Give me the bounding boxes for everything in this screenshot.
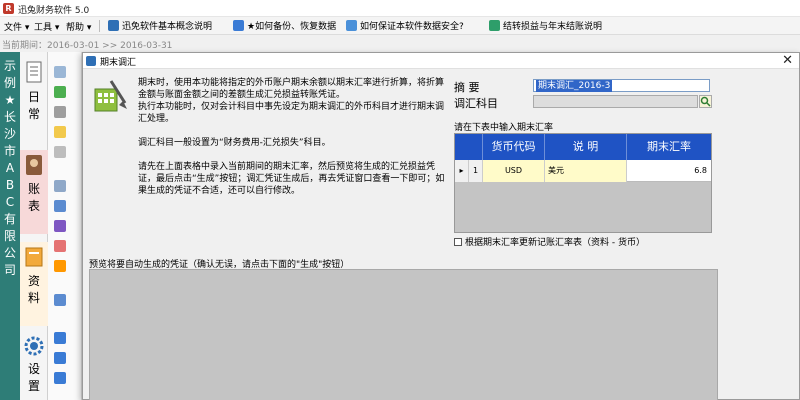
- nav-label-reports: 账表: [27, 182, 40, 213]
- company-name-char: 沙: [3, 127, 16, 141]
- update-rate-checkbox[interactable]: 根据期末汇率更新记账汇率表（资料 - 货币）: [454, 235, 645, 248]
- year-end-icon[interactable]: [54, 352, 66, 364]
- update-rate-checkbox-label: 根据期末汇率更新记账汇率表（资料 - 货币）: [465, 238, 645, 248]
- instruction-paragraph: 请先在上面表格中录入当前期间的期末汇率，然后预览将生成的汇兑损益凭证，最后点击“…: [138, 162, 445, 196]
- app-titlebar: R 迅兔财务软件 5.0: [0, 0, 800, 17]
- summary-input[interactable]: 期末调汇_2016-3: [533, 79, 710, 92]
- summary-label: 摘 要: [454, 81, 480, 94]
- person-book-icon: [26, 155, 42, 175]
- dialog-titlebar: 期末调汇 ✕: [83, 53, 799, 69]
- company-name-char: B: [5, 178, 15, 192]
- folder-icon: [25, 247, 43, 267]
- period-range: 当前期间：2016-03-01 >> 2016-03-31: [2, 41, 173, 51]
- company-name-char: ★: [4, 93, 16, 107]
- document-icon: [26, 61, 42, 83]
- instruction-paragraph: 调汇科目一般设置为“财务费用-汇兑损失”科目。: [138, 138, 331, 148]
- grid-header-closing-rate[interactable]: 期末汇率: [627, 134, 711, 160]
- company-name-char: 公: [3, 246, 16, 260]
- exchange-rate-grid: 货币代码 说 明 期末汇率 ▸ 1 USD 美元 6.8: [454, 133, 712, 233]
- company-name-char: 司: [3, 263, 16, 277]
- grid-header-currency-code[interactable]: 货币代码: [483, 134, 545, 160]
- company-name-char: 限: [3, 229, 16, 243]
- query-icon[interactable]: [54, 106, 66, 118]
- ledger-icon: [489, 20, 500, 31]
- checkbox[interactable]: [454, 238, 462, 246]
- nav-item-settings[interactable]: 设置: [20, 334, 48, 395]
- nav-label-daily: 日常: [27, 90, 40, 121]
- adjust-account-input[interactable]: [533, 95, 698, 108]
- company-name-char: 示: [3, 59, 16, 73]
- info-icon: [108, 20, 119, 31]
- nav-item-reports[interactable]: 账表: [20, 150, 48, 234]
- transfer-icon[interactable]: [54, 200, 66, 212]
- quick-link-concepts[interactable]: 迅免软件基本概念说明: [108, 19, 212, 33]
- close-period-icon[interactable]: [54, 332, 66, 344]
- function-strip: [48, 52, 82, 400]
- cell-currency-code[interactable]: USD: [483, 160, 545, 182]
- adjust-account-label: 调汇科目: [454, 97, 498, 110]
- quick-link-backup[interactable]: ★如何备份、恢复数据: [233, 19, 336, 33]
- app-title: 迅兔财务软件 5.0: [18, 6, 90, 16]
- nav-item-daily[interactable]: 日常: [20, 60, 48, 123]
- search-icon: [700, 96, 711, 107]
- report-icon[interactable]: [54, 220, 66, 232]
- menu-help[interactable]: 帮助 ▾: [66, 20, 91, 33]
- grid-header: 货币代码 说 明 期末汇率: [455, 134, 711, 160]
- company-name-char: 市: [3, 144, 16, 158]
- delete-icon[interactable]: [54, 240, 66, 252]
- nav-label-data: 资料: [27, 274, 40, 305]
- archive-icon[interactable]: [54, 372, 66, 384]
- company-name-char: 例: [3, 76, 16, 90]
- instruction-paragraph: 期末时，使用本功能将指定的外币账户期末余额以期末汇率进行折算，将折算金额与账面金…: [138, 78, 445, 100]
- nav-item-data[interactable]: 资料: [20, 242, 48, 326]
- grid-header-corner: [455, 134, 483, 160]
- row-indicator: ▸: [455, 160, 469, 182]
- rate-prompt: 请在下表中输入期末汇率: [454, 123, 554, 133]
- dialog-app-icon: [86, 56, 96, 66]
- menubar: 文件 ▾ 工具 ▾ 帮助 ▾ 迅免软件基本概念说明 ★如何备份、恢复数据 如何保…: [0, 17, 800, 35]
- check-icon[interactable]: [54, 86, 66, 98]
- dialog-title: 期末调汇: [100, 58, 137, 68]
- menu-tools[interactable]: 工具 ▾: [34, 20, 59, 33]
- quick-link-closing[interactable]: 结转损益与年末结账说明: [489, 19, 602, 33]
- company-panel: 示例 ★ 长沙市 A B C 有限公司: [0, 52, 20, 400]
- close-icon[interactable]: ✕: [782, 53, 793, 68]
- summary-input-value: 期末调汇_2016-3: [536, 80, 613, 92]
- period-end-fx-dialog: 期末调汇 ✕ 期末时，使用本功能将指定的外币账户期末余额以期末汇率进行折算，将折…: [82, 52, 800, 400]
- company-name-char: C: [5, 195, 15, 209]
- grid-header-description[interactable]: 说 明: [545, 134, 627, 160]
- ledger-book-icon[interactable]: [54, 126, 66, 138]
- backup-icon: [233, 20, 244, 31]
- print-icon[interactable]: [54, 146, 66, 158]
- instruction-paragraph: 执行本功能时，仅对会计科目中事先设定为期末调汇的外币科目才进行期末调汇处理。: [138, 102, 445, 124]
- company-name: 示例 ★ 长沙市 A B C 有限公司: [0, 58, 20, 279]
- menu-file[interactable]: 文件 ▾: [4, 20, 29, 33]
- module-nav: 日常 账表 资料 设置: [20, 52, 48, 400]
- instruction-spacer: [138, 125, 448, 137]
- company-name-char: 长: [3, 110, 16, 124]
- voucher-icon[interactable]: [54, 66, 66, 78]
- row-index: 1: [469, 160, 483, 182]
- settle-icon[interactable]: [54, 294, 66, 306]
- app-logo: R: [3, 3, 14, 14]
- company-name-char: 有: [3, 212, 16, 226]
- gear-icon: [24, 336, 44, 356]
- quick-link-security[interactable]: 如何保证本软件数据安全?: [346, 19, 464, 33]
- undo-icon[interactable]: [54, 260, 66, 272]
- instruction-spacer: [138, 149, 448, 161]
- currency-icon[interactable]: [54, 180, 66, 192]
- table-row[interactable]: ▸ 1 USD 美元 6.8: [455, 160, 711, 182]
- nav-label-settings: 设置: [27, 362, 40, 393]
- shield-icon: [346, 20, 357, 31]
- account-lookup-button[interactable]: [699, 95, 712, 108]
- cell-closing-rate[interactable]: 6.8: [627, 160, 711, 182]
- period-bar: 当前期间：2016-03-01 >> 2016-03-31: [0, 35, 200, 52]
- menu-separator: [99, 20, 100, 32]
- instructions-text: 期末时，使用本功能将指定的外币账户期末余额以期末汇率进行折算，将折算金额与账面金…: [138, 77, 448, 197]
- company-name-char: A: [5, 161, 15, 175]
- exchange-adjust-icon: [94, 80, 127, 112]
- voucher-preview-area[interactable]: [89, 269, 718, 400]
- cell-description[interactable]: 美元: [545, 160, 627, 182]
